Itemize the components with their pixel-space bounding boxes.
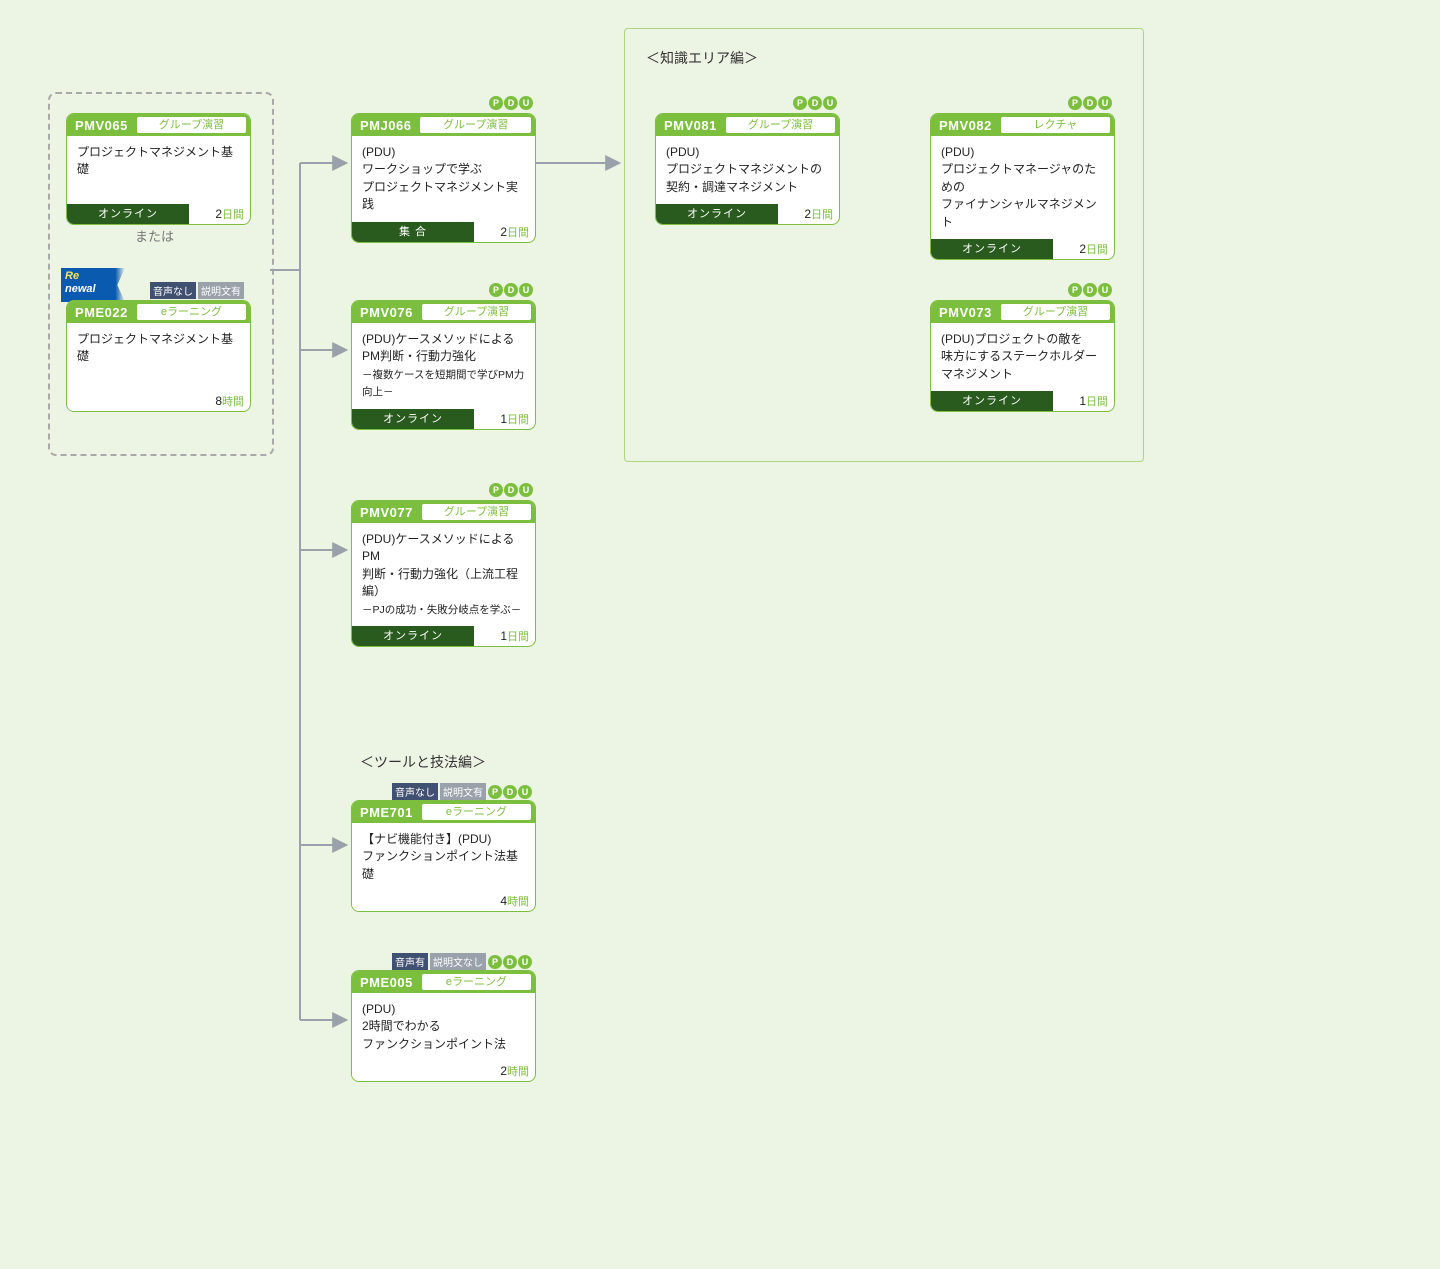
course-code: PMV065 bbox=[67, 118, 136, 133]
course-type: グループ演習 bbox=[419, 116, 532, 134]
course-title: (PDU) プロジェクトマネージャのための ファイナンシャルマネジメント bbox=[931, 136, 1114, 239]
course-card-pmv077[interactable]: PMV077 グループ演習 (PDU)ケースメソッドによるPM 判断・行動力強化… bbox=[351, 500, 536, 647]
has-description-badge: 説明文有 bbox=[198, 282, 244, 299]
course-card-pmv065[interactable]: PMV065 グループ演習 プロジェクトマネジメント基礎 オンライン 2日間 bbox=[66, 113, 251, 225]
course-card-pme701[interactable]: PME701 eラーニング 【ナビ機能付き】(PDU) ファンクションポイント法… bbox=[351, 800, 536, 912]
pdu-badge: PDU bbox=[793, 96, 837, 110]
audio-caption-badges: 音声なし 説明文有 bbox=[150, 282, 244, 299]
pdu-icon: PDU bbox=[793, 96, 837, 110]
course-type: グループ演習 bbox=[1000, 303, 1111, 321]
course-type: グループ演習 bbox=[725, 116, 836, 134]
course-delivery: オンライン bbox=[352, 409, 474, 429]
pdu-badge: PDU bbox=[489, 96, 533, 110]
course-code: PMV081 bbox=[656, 118, 725, 133]
course-title: 【ナビ機能付き】(PDU) ファンクションポイント法基礎 bbox=[352, 823, 535, 891]
course-type: グループ演習 bbox=[136, 116, 247, 134]
course-duration: 4時間 bbox=[474, 891, 535, 911]
pdu-icon: PDU bbox=[1068, 283, 1112, 297]
course-duration: 2日間 bbox=[474, 222, 535, 242]
course-card-pme005[interactable]: PME005 eラーニング (PDU) 2時間でわかる ファンクションポイント法… bbox=[351, 970, 536, 1082]
course-delivery: オンライン bbox=[352, 626, 474, 646]
course-type: eラーニング bbox=[136, 303, 247, 321]
pdu-icon: PDU bbox=[489, 96, 533, 110]
pdu-icon: PDU bbox=[489, 283, 533, 297]
course-title: プロジェクトマネジメント基礎 bbox=[67, 323, 250, 391]
pdu-badge: PDU bbox=[489, 483, 533, 497]
course-delivery bbox=[352, 891, 474, 911]
pdu-icon: PDU bbox=[489, 483, 533, 497]
course-title: (PDU) 2時間でわかる ファンクションポイント法 bbox=[352, 993, 535, 1061]
course-code: PMV082 bbox=[931, 118, 1000, 133]
audio-caption-pdu-badges: 音声有 説明文なし PDU bbox=[392, 953, 532, 970]
course-code: PME022 bbox=[67, 305, 136, 320]
course-type: グループ演習 bbox=[421, 503, 532, 521]
course-type: レクチャ bbox=[1000, 116, 1111, 134]
course-card-pme022[interactable]: PME022 eラーニング プロジェクトマネジメント基礎 8時間 bbox=[66, 300, 251, 412]
tools-group-title: ＜ツールと技法編＞ bbox=[360, 752, 486, 772]
course-title: (PDU)ケースメソッドによるPM 判断・行動力強化（上流工程編） －PJの成功… bbox=[352, 523, 535, 626]
course-card-pmv076[interactable]: PMV076 グループ演習 (PDU)ケースメソッドによる PM判断・行動力強化… bbox=[351, 300, 536, 430]
course-type: eラーニング bbox=[421, 803, 532, 821]
course-type: eラーニング bbox=[421, 973, 532, 991]
course-code: PMV076 bbox=[352, 305, 421, 320]
course-duration: 2時間 bbox=[474, 1061, 535, 1081]
course-delivery: オンライン bbox=[931, 239, 1053, 259]
course-code: PMV073 bbox=[931, 305, 1000, 320]
course-title: (PDU) プロジェクトマネジメントの 契約・調達マネジメント bbox=[656, 136, 839, 204]
pdu-icon: PDU bbox=[1068, 96, 1112, 110]
course-duration: 2日間 bbox=[189, 204, 250, 224]
course-code: PME701 bbox=[352, 805, 421, 820]
pdu-badge: PDU bbox=[489, 283, 533, 297]
course-delivery: オンライン bbox=[656, 204, 778, 224]
knowledge-area-group-title: ＜知識エリア編＞ bbox=[646, 48, 758, 68]
course-card-pmv081[interactable]: PMV081 グループ演習 (PDU) プロジェクトマネジメントの 契約・調達マ… bbox=[655, 113, 840, 225]
pdu-icon: PDU bbox=[488, 785, 532, 799]
course-map-diagram: または ＜知識エリア編＞ ＜ツールと技法編＞ PMV065 グループ演習 プロジ… bbox=[0, 0, 1440, 1269]
course-card-pmv073[interactable]: PMV073 グループ演習 (PDU)プロジェクトの敵を 味方にするステークホル… bbox=[930, 300, 1115, 412]
has-description-badge: 説明文有 bbox=[440, 783, 486, 800]
course-code: PMJ066 bbox=[352, 118, 419, 133]
course-type: グループ演習 bbox=[421, 303, 532, 321]
course-card-pmj066[interactable]: PMJ066 グループ演習 (PDU) ワークショップで学ぶ プロジェクトマネジ… bbox=[351, 113, 536, 243]
renewal-ribbon: Renewal bbox=[61, 268, 125, 302]
course-title: (PDU)ケースメソッドによる PM判断・行動力強化 －複数ケースを短期間で学び… bbox=[352, 323, 535, 409]
no-description-badge: 説明文なし bbox=[430, 953, 486, 970]
course-title: (PDU)プロジェクトの敵を 味方にするステークホルダー マネジメント bbox=[931, 323, 1114, 391]
has-audio-badge: 音声有 bbox=[392, 953, 428, 970]
course-duration: 1日間 bbox=[1053, 391, 1114, 411]
pdu-badge: PDU bbox=[1068, 96, 1112, 110]
course-delivery: オンライン bbox=[931, 391, 1053, 411]
pdu-icon: PDU bbox=[488, 955, 532, 969]
course-delivery bbox=[67, 391, 189, 411]
course-duration: 2日間 bbox=[1053, 239, 1114, 259]
prerequisite-or-connector: または bbox=[135, 226, 174, 245]
course-duration: 8時間 bbox=[189, 391, 250, 411]
course-delivery: 集 合 bbox=[352, 222, 474, 242]
course-duration: 2日間 bbox=[778, 204, 839, 224]
course-duration: 1日間 bbox=[474, 626, 535, 646]
course-title: プロジェクトマネジメント基礎 bbox=[67, 136, 250, 204]
no-audio-badge: 音声なし bbox=[392, 783, 438, 800]
course-delivery: オンライン bbox=[67, 204, 189, 224]
course-duration: 1日間 bbox=[474, 409, 535, 429]
audio-caption-pdu-badges: 音声なし 説明文有 PDU bbox=[392, 783, 532, 800]
course-code: PMV077 bbox=[352, 505, 421, 520]
course-card-pmv082[interactable]: PMV082 レクチャ (PDU) プロジェクトマネージャのための ファイナンシ… bbox=[930, 113, 1115, 260]
pdu-badge: PDU bbox=[1068, 283, 1112, 297]
no-audio-badge: 音声なし bbox=[150, 282, 196, 299]
course-code: PME005 bbox=[352, 975, 421, 990]
course-delivery bbox=[352, 1061, 474, 1081]
course-title: (PDU) ワークショップで学ぶ プロジェクトマネジメント実践 bbox=[352, 136, 535, 222]
